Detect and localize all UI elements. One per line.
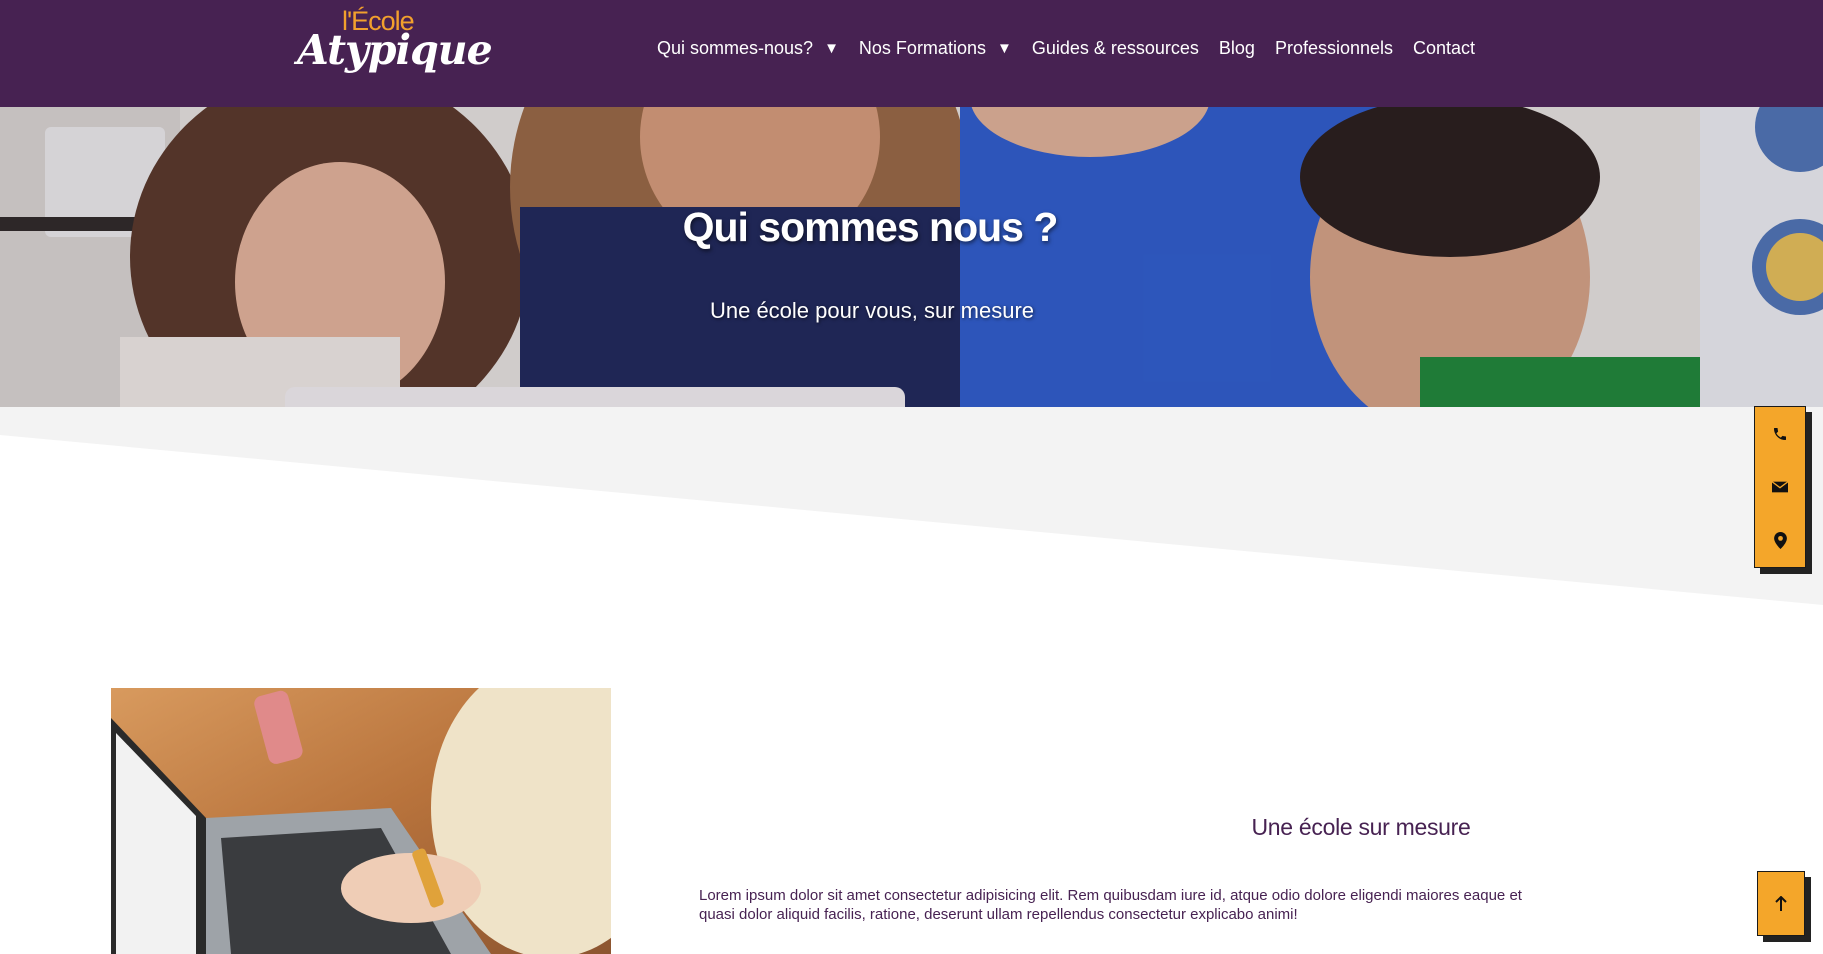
hero-banner: Qui sommes nous ? Une école pour vous, s… (0, 107, 1823, 408)
nav-item-nos-formations[interactable]: Nos Formations ▼ (859, 38, 1012, 59)
page-subtitle: Une école pour vous, sur mesure (709, 298, 1035, 323)
envelope-icon (1772, 481, 1788, 493)
logo-big-text: Atypique (297, 26, 493, 74)
site-header: l'École Atypique Qui sommes-nous? ▼ Nos … (0, 0, 1823, 107)
nav-item-guides[interactable]: Guides & ressources (1032, 38, 1199, 59)
nav-label: Guides & ressources (1031, 37, 1199, 58)
phone-button[interactable] (1755, 410, 1805, 458)
chevron-down-icon: ▼ (996, 39, 1012, 57)
hero-overlay (0, 107, 1823, 408)
section-title: Une école sur mesure (1251, 814, 1471, 840)
location-button[interactable] (1755, 516, 1805, 564)
nav-label: Contact (1413, 37, 1476, 58)
page-title: Qui sommes nous ? (682, 204, 1059, 250)
nav-label: Blog (1218, 37, 1255, 58)
site-logo[interactable]: l'École Atypique (297, 4, 493, 90)
map-marker-icon (1773, 531, 1787, 549)
content-photo (111, 688, 611, 954)
section-text: Lorem ipsum dolor sit amet consectetur a… (699, 887, 1522, 923)
laptop-photo (111, 688, 611, 954)
nav-label: Nos Formations (858, 37, 986, 58)
nav-item-professionnels[interactable]: Professionnels (1275, 38, 1393, 59)
nav-label: Professionnels (1274, 37, 1394, 58)
nav-item-contact[interactable]: Contact (1413, 38, 1475, 59)
nav-item-qui-sommes-nous[interactable]: Qui sommes-nous? ▼ (657, 38, 839, 59)
arrow-up-icon (1775, 895, 1787, 911)
main-nav: Qui sommes-nous? ▼ Nos Formations ▼ Guid… (657, 34, 1475, 62)
section-divider (0, 407, 1823, 605)
email-button[interactable] (1755, 463, 1805, 511)
floating-contact-bar (1754, 406, 1806, 568)
phone-icon (1774, 427, 1786, 440)
back-to-top-button[interactable] (1757, 871, 1805, 936)
chevron-down-icon: ▼ (824, 39, 839, 57)
nav-item-blog[interactable]: Blog (1219, 38, 1255, 59)
nav-label: Qui sommes-nous? (657, 37, 814, 58)
